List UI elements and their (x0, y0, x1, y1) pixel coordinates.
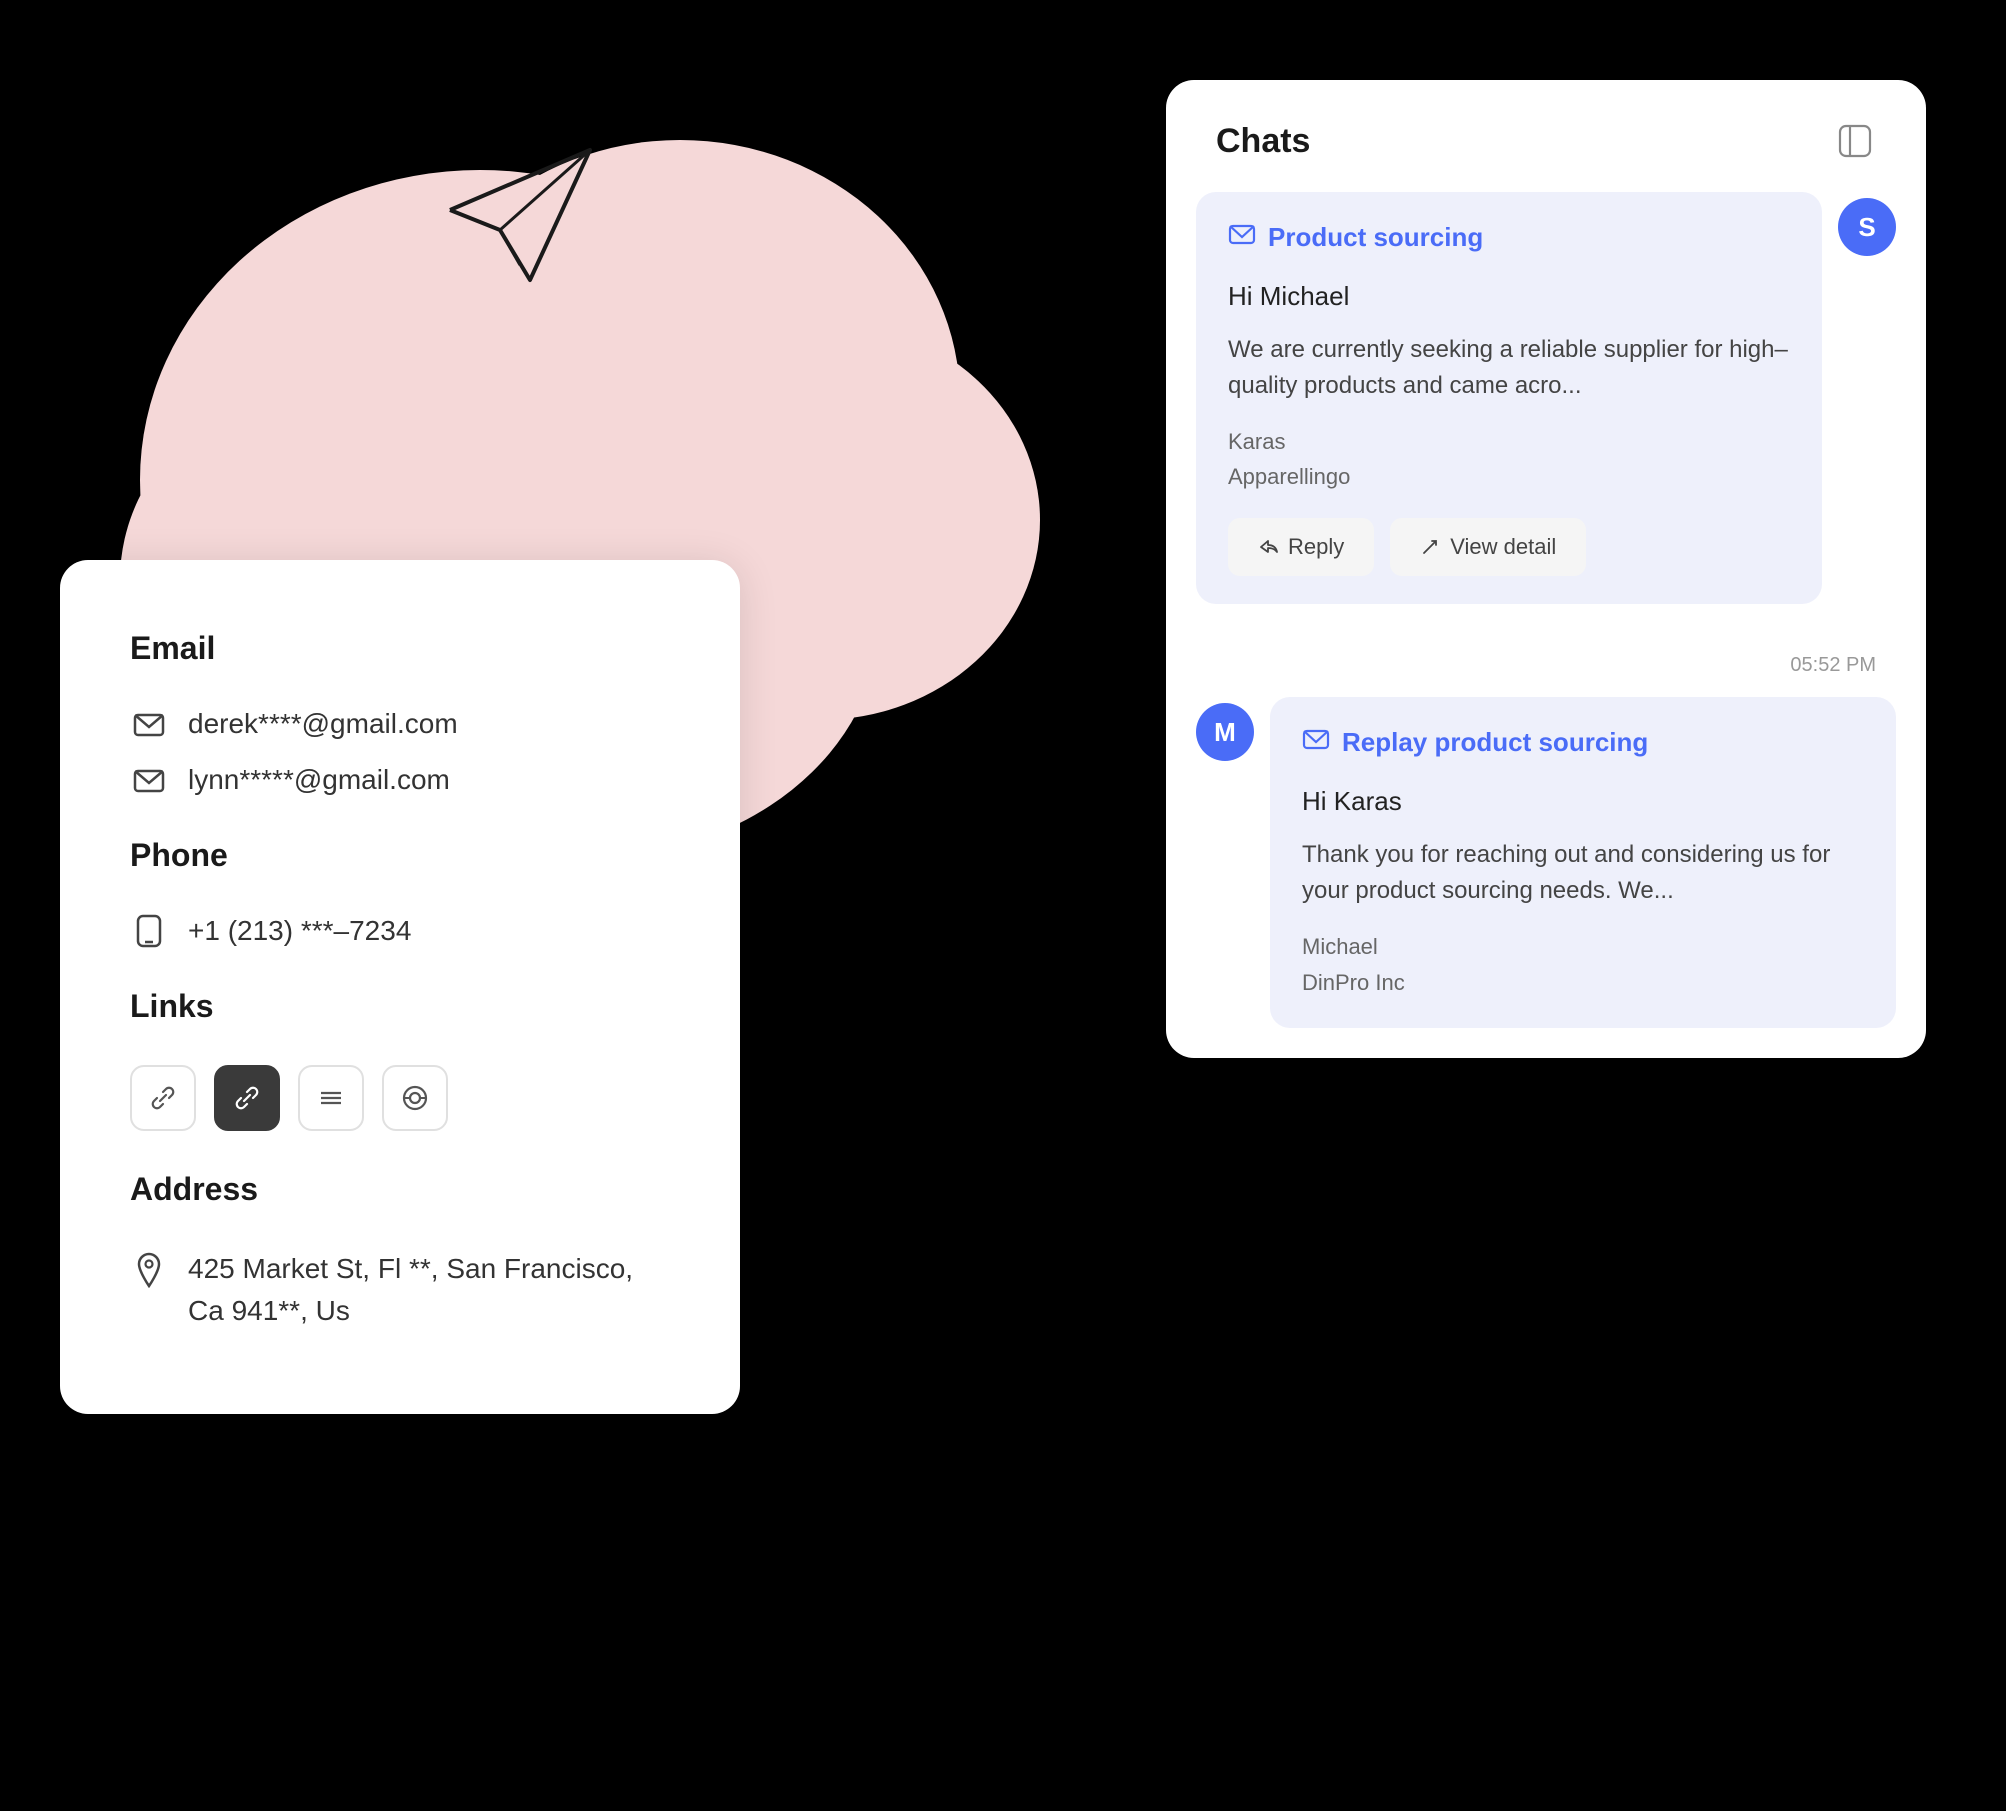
message-subject-1: Product sourcing (1228, 220, 1790, 255)
message-subject-icon-2 (1302, 725, 1330, 760)
address-item: 425 Market St, Fl **, San Francisco, Ca … (130, 1248, 670, 1332)
message-greeting-1: Hi Michael We are currently seeking a re… (1228, 277, 1790, 404)
phone-value: +1 (213) ***–7234 (188, 915, 411, 947)
chat-header: Chats (1166, 80, 1926, 192)
message-sender-2: Michael DinPro Inc (1302, 929, 1864, 999)
links-row (130, 1065, 670, 1131)
address-value: 425 Market St, Fl **, San Francisco, Ca … (188, 1248, 670, 1332)
email-value-2: lynn*****@gmail.com (188, 764, 450, 796)
view-detail-button[interactable]: View detail (1390, 518, 1586, 576)
contact-card: Email derek****@gmail.com lynn*****@gmai… (60, 560, 740, 1414)
email-value-1: derek****@gmail.com (188, 708, 458, 740)
links-section-title: Links (130, 988, 670, 1025)
message-bubble-2: Replay product sourcing Hi Karas Thank y… (1270, 697, 1896, 1027)
email-icon-2 (130, 763, 168, 797)
email-icon-1 (130, 707, 168, 741)
message-greeting-2: Hi Karas Thank you for reaching out and … (1302, 782, 1864, 909)
phone-section-title: Phone (130, 837, 670, 874)
message-timestamp-1: 05:52 PM (1166, 654, 1926, 697)
address-icon (130, 1252, 168, 1288)
phone-item: +1 (213) ***–7234 (130, 914, 670, 948)
message-subject-icon-1 (1228, 220, 1256, 255)
phone-icon (130, 914, 168, 948)
chat-panel: Chats Product sourcing (1166, 80, 1926, 1058)
message-thread-1: Product sourcing Hi Michael We are curre… (1166, 192, 1926, 654)
link-icon-2[interactable] (214, 1065, 280, 1131)
paper-plane-icon (430, 120, 610, 300)
message-thread-2: M Replay product sourcing Hi Karas Thank… (1166, 697, 1926, 1057)
message-sender-1: Karas Apparellingo (1228, 424, 1790, 494)
link-icon-3[interactable] (298, 1065, 364, 1131)
email-item-1: derek****@gmail.com (130, 707, 670, 741)
avatar-m: M (1196, 703, 1254, 761)
message-actions-1: Reply View detail (1228, 518, 1790, 576)
link-icon-1[interactable] (130, 1065, 196, 1131)
address-section-title: Address (130, 1171, 670, 1208)
reply-button[interactable]: Reply (1228, 518, 1374, 576)
avatar-s: S (1838, 198, 1896, 256)
message-subject-2: Replay product sourcing (1302, 725, 1864, 760)
message-bubble-1: Product sourcing Hi Michael We are curre… (1196, 192, 1822, 604)
email-section-title: Email (130, 630, 670, 667)
email-item-2: lynn*****@gmail.com (130, 763, 670, 797)
link-icon-4[interactable] (382, 1065, 448, 1131)
sidebar-toggle-icon[interactable] (1834, 120, 1876, 162)
chat-panel-title: Chats (1216, 122, 1310, 161)
